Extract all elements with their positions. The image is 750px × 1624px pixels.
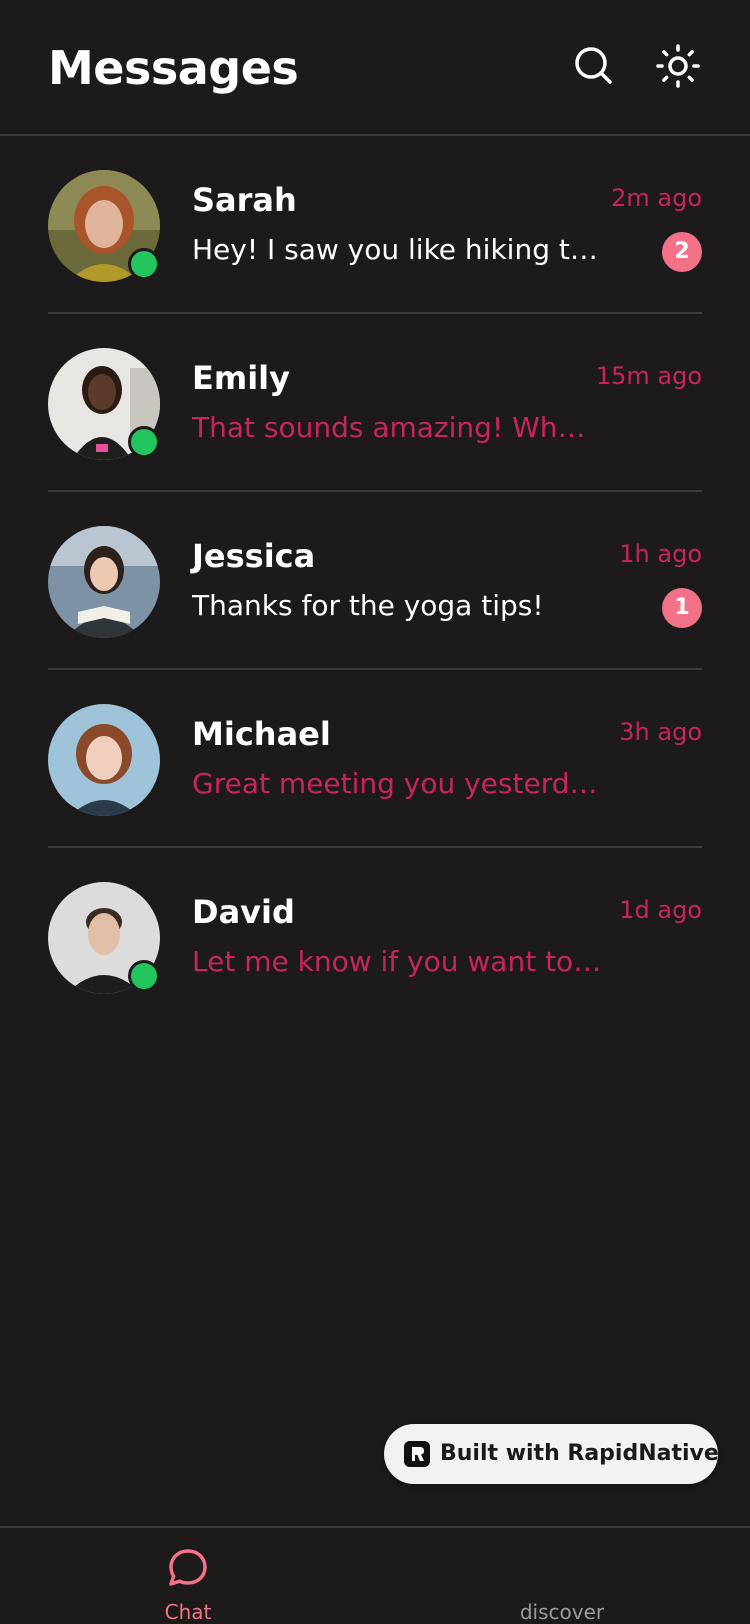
chat-name: David (192, 893, 295, 931)
chat-timestamp: 2m ago (611, 184, 702, 212)
chat-timestamp: 3h ago (619, 718, 702, 746)
unread-badge: 2 (662, 232, 702, 272)
chat-name: Jessica (192, 537, 316, 575)
online-status-dot (128, 960, 160, 992)
online-status-dot (128, 248, 160, 280)
avatar (48, 526, 160, 638)
avatar (48, 704, 160, 816)
built-with-badge[interactable]: Built with RapidNative (384, 1424, 719, 1484)
chat-row[interactable]: Michael 3h ago Great meeting you yesterd… (48, 670, 702, 848)
online-status-dot (128, 426, 160, 458)
search-icon[interactable] (572, 44, 616, 88)
chat-name: Sarah (192, 181, 297, 219)
chat-preview: Hey! I saw you like hiking too! (192, 233, 612, 266)
chat-timestamp: 1h ago (619, 540, 702, 568)
tab-discover[interactable]: discover (462, 1528, 662, 1624)
header: Messages (0, 0, 750, 136)
chat-bubble-icon (166, 1546, 210, 1590)
tab-chat-label: Chat (164, 1600, 212, 1624)
page-title: Messages (48, 41, 299, 95)
bottom-nav: Chat discover (0, 1526, 750, 1624)
avatar-wrap (48, 882, 160, 994)
chat-row[interactable]: Jessica 1h ago Thanks for the yoga tips!… (48, 492, 702, 670)
chat-preview: Let me know if you want to gr... (192, 945, 602, 978)
unread-badge: 1 (662, 588, 702, 628)
avatar-wrap (48, 348, 160, 460)
chat-timestamp: 15m ago (595, 362, 702, 390)
rapidnative-logo-icon (404, 1441, 430, 1467)
tab-discover-label: discover (519, 1600, 605, 1624)
chat-preview: Thanks for the yoga tips! (192, 589, 544, 622)
avatar-wrap (48, 704, 160, 816)
chat-preview: That sounds amazing! When ... (192, 411, 602, 444)
avatar-wrap (48, 526, 160, 638)
chat-row[interactable]: Emily 15m ago That sounds amazing! When … (48, 314, 702, 492)
tab-chat[interactable]: Chat (88, 1528, 288, 1624)
chat-row[interactable]: David 1d ago Let me know if you want to … (48, 848, 702, 1026)
chat-name: Michael (192, 715, 331, 753)
chat-preview: Great meeting you yesterday! (192, 767, 602, 800)
messages-screen: Messages Sarah 2m ago Hey! I saw you lik… (0, 0, 750, 1624)
chat-name: Emily (192, 359, 290, 397)
chat-row[interactable]: Sarah 2m ago Hey! I saw you like hiking … (48, 136, 702, 314)
avatar-wrap (48, 170, 160, 282)
sun-icon[interactable] (656, 44, 700, 88)
built-with-label: Built with RapidNative (440, 1441, 719, 1466)
chat-timestamp: 1d ago (619, 896, 702, 924)
chat-list: Sarah 2m ago Hey! I saw you like hiking … (48, 136, 702, 1026)
